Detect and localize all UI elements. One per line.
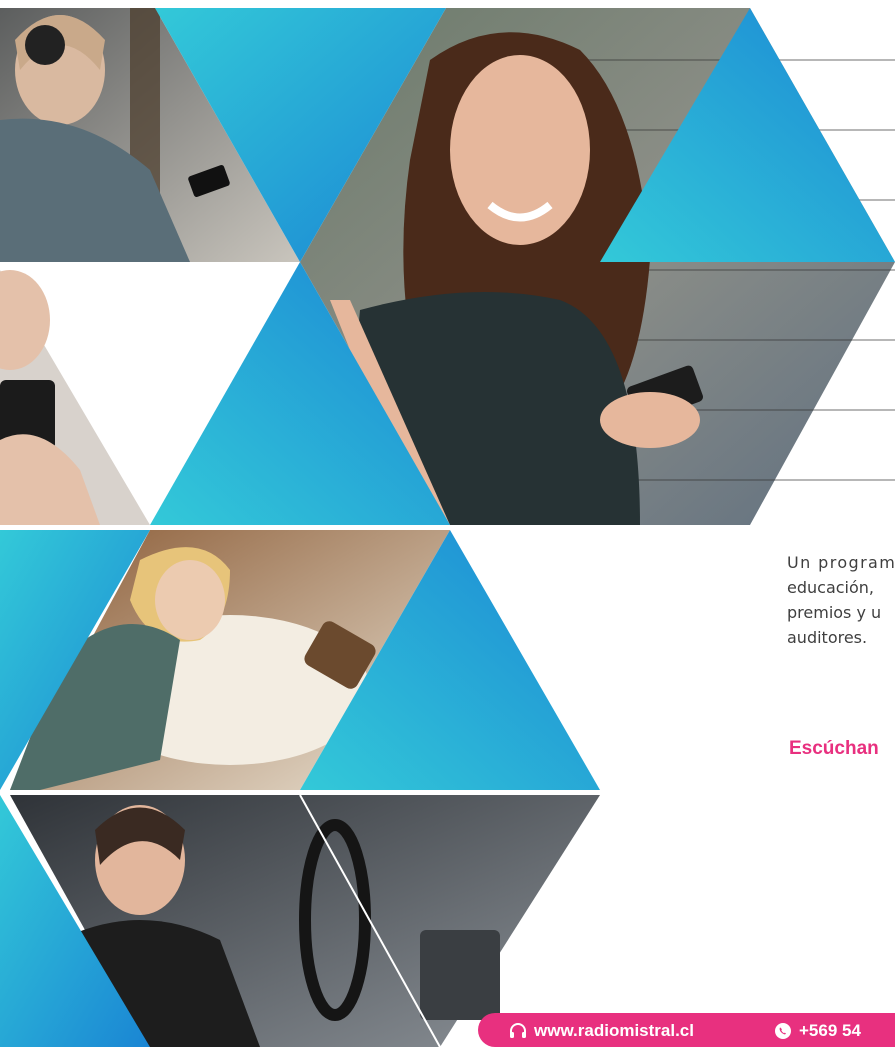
intro-line-1: Un program [787, 553, 895, 572]
phone-text[interactable]: +569 54 [799, 1021, 861, 1041]
intro-line-2: educación, [787, 578, 874, 597]
phone-link[interactable]: +569 54 [773, 1021, 861, 1041]
intro-line-3: premios y u [787, 603, 882, 622]
hexagon-photo-collage [0, 8, 895, 1047]
website-text[interactable]: www.radiomistral.cl [534, 1021, 694, 1041]
intro-text: Un program educación, premios y u audito… [787, 550, 895, 650]
website-link[interactable]: www.radiomistral.cl [508, 1021, 694, 1041]
photo-woman-phone-earbuds [0, 270, 150, 525]
intro-line-4: auditores. [787, 628, 868, 647]
contact-footer-bar: www.radiomistral.cl +569 54 [478, 1013, 895, 1047]
whatsapp-icon [775, 1023, 791, 1039]
headphones-icon [510, 1023, 526, 1038]
listen-cta[interactable]: Escúchan [789, 738, 879, 760]
